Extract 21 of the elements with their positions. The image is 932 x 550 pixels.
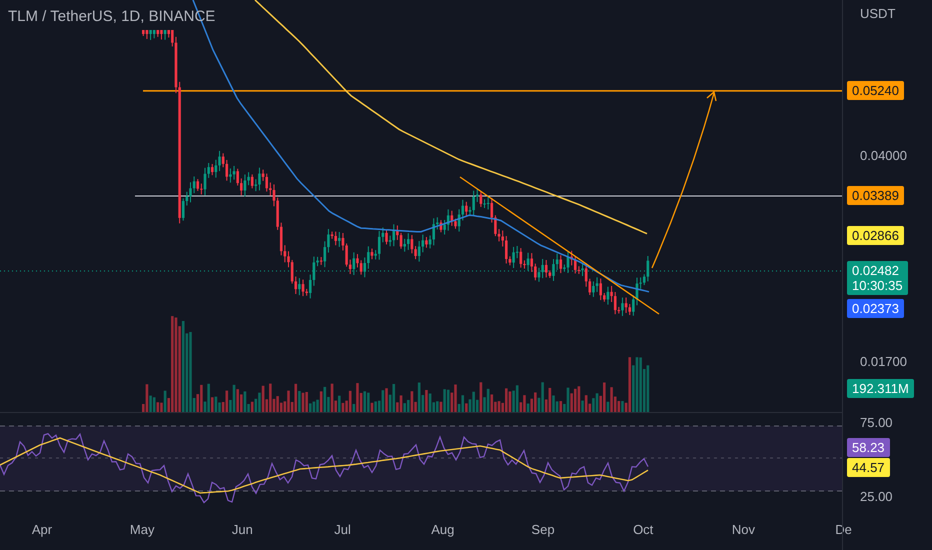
currency-label: USDT (860, 6, 896, 21)
price-tag: 0.02373 (847, 299, 904, 318)
price-tag: 44.57 (847, 458, 890, 478)
time-scale-label: Aug (431, 522, 454, 537)
time-scale-label: Apr (32, 522, 52, 537)
time-scale-label: Oct (633, 522, 654, 537)
price-tag: 0.02482 10:30:35 (847, 261, 908, 295)
price-tag: 58.23 (847, 438, 890, 457)
time-scale-label: Nov (732, 522, 755, 537)
time-scale-label: Jul (334, 522, 351, 537)
price-tag: 192.311M (847, 379, 914, 398)
scale-label: 75.00 (860, 415, 893, 431)
scale-label: 25.00 (860, 489, 893, 505)
price-tag: 0.02866 (847, 226, 904, 246)
time-scale-label: May (130, 522, 154, 537)
price-tag: 0.05240 (847, 80, 904, 100)
time-scale-label: Sep (531, 522, 555, 537)
price-tag: 0.03389 (847, 186, 904, 205)
scale-label: 0.04000 (860, 148, 907, 164)
scale-label: 0.01700 (860, 354, 907, 370)
time-scale-label: Jun (232, 522, 253, 537)
